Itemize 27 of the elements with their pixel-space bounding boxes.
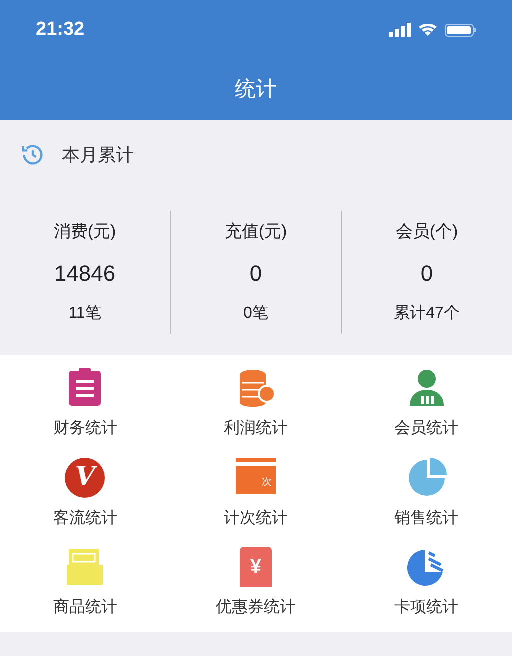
menu-item[interactable]: 卡项统计 bbox=[341, 542, 512, 632]
v-badge-icon: V bbox=[65, 458, 106, 498]
section-title: 本月累计 bbox=[62, 144, 134, 166]
status-time: 21:32 bbox=[36, 18, 85, 42]
stat-label: 消费(元) bbox=[54, 221, 116, 244]
stat-count: 11笔 bbox=[68, 304, 102, 324]
stat-value: 14846 bbox=[54, 260, 116, 288]
history-icon bbox=[20, 142, 46, 168]
stat-count: 0笔 bbox=[244, 304, 268, 324]
stat-label: 充值(元) bbox=[224, 221, 288, 244]
stat-value: 0 bbox=[250, 260, 262, 288]
menu-item[interactable]: 财务统计 bbox=[0, 363, 171, 453]
wifi-icon bbox=[419, 24, 437, 36]
receipt-icon: ¥ bbox=[240, 547, 272, 588]
menu-item[interactable]: ¥ 优惠券统计 bbox=[170, 542, 342, 632]
menu-item[interactable]: V 客流统计 bbox=[0, 452, 171, 542]
stat-count: 累计47个 bbox=[394, 304, 460, 324]
signal-icon bbox=[389, 23, 411, 37]
menu-item[interactable]: 利润统计 bbox=[170, 363, 342, 453]
stat-label: 会员(个) bbox=[396, 221, 458, 244]
menu-item[interactable]: 次 计次统计 bbox=[170, 452, 342, 542]
stat-value: 0 bbox=[420, 260, 434, 288]
battery-icon bbox=[445, 24, 476, 36]
menu-item[interactable]: 会员统计 bbox=[341, 363, 512, 453]
menu-item[interactable]: 商品统计 bbox=[0, 542, 171, 632]
page-title: 统计 bbox=[235, 77, 277, 104]
menu-item[interactable]: 销售统计 bbox=[341, 452, 512, 542]
